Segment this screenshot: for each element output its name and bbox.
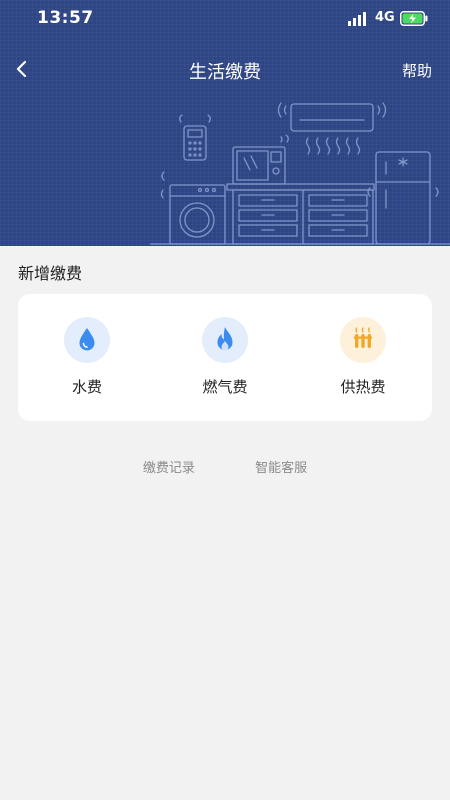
header-banner: 13:57 4G 生活缴费 帮助 <box>0 0 450 246</box>
help-button[interactable]: 帮助 <box>402 60 432 81</box>
signal-icon <box>348 12 366 26</box>
heating-radiator-icon <box>340 317 386 363</box>
gas-fee-label: 燃气费 <box>202 378 248 396</box>
water-fee-button[interactable]: 水费 <box>18 294 156 421</box>
water-drop-icon <box>64 317 110 363</box>
nav-bar: 生活缴费 帮助 <box>0 50 450 90</box>
network-label: 4G <box>375 10 395 25</box>
water-fee-label: 水费 <box>71 378 102 396</box>
heating-fee-button[interactable]: 供热费 <box>294 294 432 421</box>
gas-fee-button[interactable]: 燃气费 <box>156 294 294 421</box>
status-bar: 13:57 4G <box>0 0 450 36</box>
heating-fee-label: 供热费 <box>340 378 386 396</box>
footer-links: 缴费记录 智能客服 <box>0 457 450 476</box>
payment-records-link[interactable]: 缴费记录 <box>143 457 195 476</box>
smart-service-link[interactable]: 智能客服 <box>255 457 307 476</box>
page-title: 生活缴费 <box>189 62 261 83</box>
flame-icon <box>202 317 248 363</box>
payment-types-card: 水费 燃气费 供热费 <box>18 294 432 421</box>
battery-charging-icon <box>400 11 428 26</box>
section-title: 新增缴费 <box>18 264 83 283</box>
home-appliances-illustration <box>150 102 450 245</box>
status-time: 13:57 <box>37 8 94 28</box>
